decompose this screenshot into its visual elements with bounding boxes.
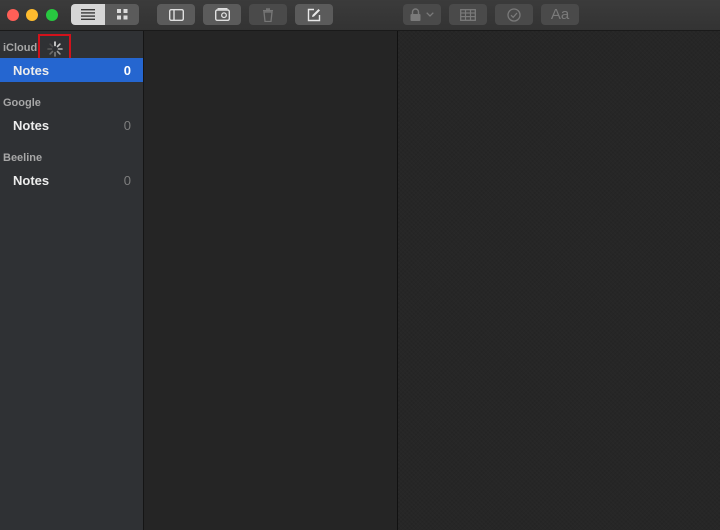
folder-count: 0 <box>123 117 131 133</box>
checkmark-circle-icon <box>507 7 521 22</box>
view-mode-segmented-control <box>71 4 139 25</box>
folder-count: 0 <box>123 62 131 78</box>
attachments-button[interactable] <box>203 4 241 25</box>
grid-icon <box>116 9 127 20</box>
trash-icon <box>263 7 273 22</box>
compose-icon <box>307 8 321 21</box>
list-view-button[interactable] <box>71 4 105 25</box>
folder-icloud-notes[interactable]: Notes 0 <box>0 58 143 82</box>
close-window-button[interactable] <box>7 9 19 21</box>
sidebar: iCloud Notes 0 Google Notes 0 Beeline No… <box>0 31 144 530</box>
attachment-browser-icon <box>214 8 230 21</box>
sidebar-icon <box>168 8 184 21</box>
gallery-view-button[interactable] <box>105 4 139 25</box>
loading-spinner-icon <box>46 40 63 57</box>
folder-count: 0 <box>123 172 131 188</box>
note-editor-pane[interactable] <box>398 31 720 530</box>
folder-beeline-notes[interactable]: Notes 0 <box>0 168 143 192</box>
note-list-pane[interactable] <box>144 31 398 530</box>
minimize-window-button[interactable] <box>26 9 38 21</box>
folder-google-notes[interactable]: Notes 0 <box>0 113 143 137</box>
list-icon <box>81 9 95 20</box>
lock-note-button[interactable] <box>403 4 441 25</box>
toolbar: Aa <box>0 0 720 31</box>
folder-label: Notes <box>13 117 50 133</box>
format-text-button[interactable]: Aa <box>541 4 579 25</box>
checklist-button[interactable] <box>495 4 533 25</box>
group-header-beeline: Beeline <box>3 152 43 164</box>
lock-icon <box>410 8 421 21</box>
chevron-down-icon <box>426 12 434 17</box>
folder-label: Notes <box>13 172 50 188</box>
group-header-icloud: iCloud <box>3 42 38 54</box>
folder-label: Notes <box>13 62 50 78</box>
toggle-sidebar-button[interactable] <box>157 4 195 25</box>
insert-table-button[interactable] <box>449 4 487 25</box>
new-note-button[interactable] <box>295 4 333 25</box>
zoom-window-button[interactable] <box>46 9 58 21</box>
group-header-google: Google <box>3 97 41 109</box>
delete-note-button[interactable] <box>249 4 287 25</box>
format-label: Aa <box>550 6 570 23</box>
table-icon <box>460 8 476 21</box>
